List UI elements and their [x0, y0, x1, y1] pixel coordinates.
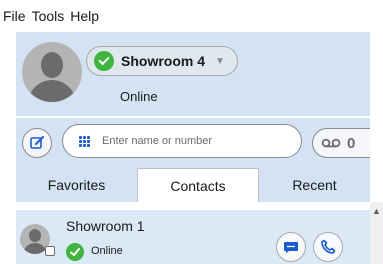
- tab-recent[interactable]: Recent: [259, 168, 370, 202]
- divider: [16, 116, 370, 118]
- check-icon: [66, 243, 84, 261]
- chat-button[interactable]: [276, 232, 306, 262]
- profile-avatar[interactable]: [22, 42, 82, 102]
- voicemail-count: 0: [347, 134, 356, 152]
- check-icon: [94, 51, 114, 71]
- voicemail-icon: [321, 138, 341, 148]
- contact-list: Showroom 1 Online: [16, 202, 370, 264]
- voicemail-button[interactable]: 0: [312, 128, 370, 158]
- chat-icon: [284, 242, 298, 253]
- menu-tools[interactable]: Tools: [32, 8, 65, 24]
- compose-icon: [30, 136, 44, 149]
- menu-help[interactable]: Help: [70, 8, 99, 24]
- search-input-container[interactable]: [62, 124, 302, 158]
- tab-bar: Favorites Contacts Recent: [16, 168, 370, 202]
- account-status-selector[interactable]: Showroom 4 ▼: [86, 46, 238, 76]
- main-panel: Showroom 4 ▼ Online 0 Favorites Contacts…: [16, 32, 370, 264]
- chevron-down-icon: ▼: [215, 55, 225, 67]
- menu-bar: File Tools Help: [0, 0, 383, 32]
- call-button[interactable]: [313, 232, 343, 262]
- contact-status: Online: [91, 245, 123, 257]
- phone-icon: [321, 239, 336, 254]
- search-input[interactable]: [102, 135, 282, 147]
- contact-name: Showroom 1: [66, 218, 145, 234]
- compose-button[interactable]: [22, 128, 52, 158]
- list-item[interactable]: Showroom 1 Online: [16, 210, 370, 264]
- account-name: Showroom 4: [121, 53, 206, 69]
- presence-status: Online: [120, 89, 158, 104]
- scrollbar[interactable]: ▲: [370, 202, 383, 264]
- tab-favorites[interactable]: Favorites: [16, 168, 137, 202]
- menu-file[interactable]: File: [3, 8, 26, 24]
- device-icon: [45, 246, 55, 256]
- tab-contacts[interactable]: Contacts: [137, 168, 259, 202]
- scroll-up-icon[interactable]: ▲: [372, 206, 381, 216]
- dialpad-icon[interactable]: [79, 135, 90, 147]
